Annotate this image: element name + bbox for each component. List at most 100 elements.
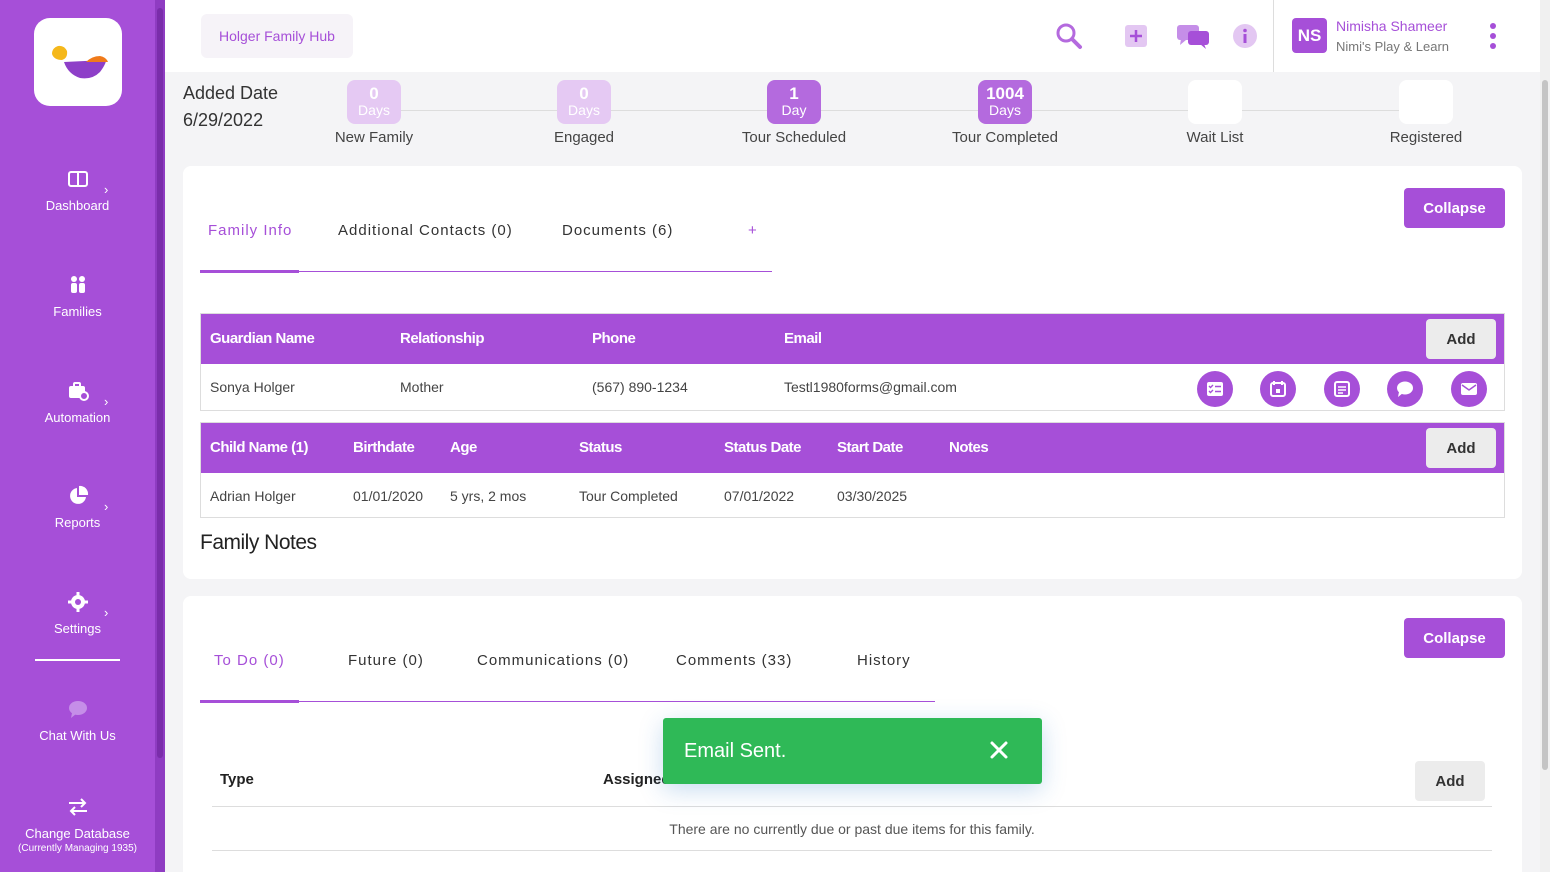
stage-label: Tour Scheduled bbox=[741, 129, 847, 146]
active-tab-indicator bbox=[200, 270, 299, 273]
child-status-date: 07/01/2022 bbox=[724, 488, 795, 504]
tab-family-info[interactable]: Family Info bbox=[208, 222, 292, 239]
page-scrollbar[interactable] bbox=[1540, 0, 1550, 872]
user-name: Nimisha Shameer bbox=[1336, 18, 1448, 34]
column-header: Relationship bbox=[400, 330, 485, 347]
table-header: Child Name (1) Birthdate Age Status Stat… bbox=[201, 423, 1504, 473]
sidebar-item-label: Chat With Us bbox=[39, 728, 116, 743]
envelope-icon bbox=[1461, 383, 1477, 395]
automation-icon bbox=[68, 382, 89, 401]
table-row: Sonya Holger Mother (567) 890-1234 Testl… bbox=[201, 364, 1504, 410]
stage-days-value: 1 bbox=[789, 84, 799, 103]
stage-days-unit: Days bbox=[358, 102, 390, 118]
stage-days-value: 0 bbox=[579, 84, 589, 103]
stage-days-value: 1004 bbox=[986, 84, 1024, 103]
stage-registered[interactable]: Registered bbox=[1356, 80, 1496, 146]
calendar-action-button[interactable] bbox=[1260, 371, 1296, 407]
column-header: Phone bbox=[592, 330, 636, 347]
child-status: Tour Completed bbox=[579, 488, 678, 504]
user-organization: Nimi's Play & Learn bbox=[1336, 39, 1450, 54]
stage-label: Registered bbox=[1389, 129, 1463, 146]
checklist-action-button[interactable] bbox=[1197, 371, 1233, 407]
child-start-date: 03/30/2025 bbox=[837, 488, 908, 504]
form-action-button[interactable] bbox=[1324, 371, 1360, 407]
email-action-button[interactable] bbox=[1451, 371, 1487, 407]
hub-title: Holger Family Hub bbox=[201, 14, 353, 58]
added-date-label: Added Date bbox=[183, 83, 279, 103]
tab-to-do[interactable]: To Do (0) bbox=[214, 652, 285, 669]
stage-days-value: 0 bbox=[369, 84, 379, 103]
message-action-button[interactable] bbox=[1387, 371, 1423, 407]
sidebar-item-settings[interactable]: Settings › bbox=[0, 591, 155, 636]
sidebar-item-automation[interactable]: Automation › bbox=[0, 380, 155, 425]
column-header: Notes bbox=[949, 439, 989, 456]
sidebar-item-reports[interactable]: Reports › bbox=[0, 485, 155, 530]
add-icon[interactable] bbox=[1122, 22, 1150, 50]
stage-tour-scheduled[interactable]: 1 Day Tour Scheduled bbox=[724, 80, 864, 146]
logo-mark-icon bbox=[52, 45, 108, 79]
collapse-button[interactable]: Collapse bbox=[1404, 618, 1505, 658]
add-child-button[interactable]: Add bbox=[1426, 428, 1496, 468]
column-header: Status Date bbox=[724, 439, 802, 456]
chat-bubble-icon bbox=[1397, 381, 1413, 397]
children-table: Child Name (1) Birthdate Age Status Stat… bbox=[200, 422, 1505, 518]
add-guardian-button[interactable]: Add bbox=[1426, 319, 1496, 359]
sidebar-item-label: Families bbox=[53, 304, 102, 319]
app-logo[interactable] bbox=[34, 18, 122, 106]
sidebar: Dashboard › Families Automation › Report… bbox=[0, 0, 165, 872]
stage-tour-completed[interactable]: 1004 Days Tour Completed bbox=[935, 80, 1075, 146]
sidebar-scrollbar[interactable] bbox=[155, 0, 165, 872]
database-count-note: (Currently Managing 1935) bbox=[18, 843, 137, 854]
sidebar-divider bbox=[35, 659, 120, 661]
more-options-icon[interactable] bbox=[1489, 22, 1497, 50]
table-header: Guardian Name Relationship Phone Email A… bbox=[201, 314, 1504, 364]
search-icon[interactable] bbox=[1055, 22, 1083, 50]
chevron-right-icon: › bbox=[104, 394, 109, 409]
family-info-tabs: Family Info Additional Contacts (0) Docu… bbox=[200, 222, 772, 273]
families-icon bbox=[70, 276, 85, 293]
add-tab-button[interactable]: + bbox=[748, 222, 758, 239]
sidebar-item-dashboard[interactable]: Dashboard › bbox=[0, 168, 155, 213]
guardian-name[interactable]: Sonya Holger bbox=[210, 379, 295, 395]
close-icon[interactable] bbox=[989, 740, 1009, 760]
child-name[interactable]: Adrian Holger bbox=[210, 488, 296, 504]
column-header: Child Name (1) bbox=[210, 439, 309, 456]
topbar-separator bbox=[1273, 0, 1274, 72]
sidebar-item-change-database[interactable]: Change Database (Currently Managing 1935… bbox=[0, 796, 155, 854]
sidebar-item-label: Reports bbox=[54, 515, 101, 530]
stage-days-unit: Day bbox=[781, 102, 807, 118]
top-bar: Holger Family Hub NS Nimisha Shameer Nim… bbox=[165, 0, 1540, 72]
chat-icon bbox=[68, 701, 87, 718]
guardian-phone: (567) 890-1234 bbox=[592, 379, 688, 395]
add-task-button[interactable]: Add bbox=[1415, 761, 1485, 801]
tab-documents[interactable]: Documents (6) bbox=[562, 222, 673, 239]
tab-comments[interactable]: Comments (33) bbox=[676, 652, 792, 669]
column-header: Type bbox=[220, 771, 254, 788]
sidebar-item-label: Dashboard bbox=[45, 198, 110, 213]
column-header: Guardian Name bbox=[210, 330, 315, 347]
calendar-icon bbox=[1270, 381, 1286, 397]
column-header: Assignee bbox=[603, 771, 670, 788]
chevron-right-icon: › bbox=[104, 499, 109, 514]
tasks-tabs: To Do (0) Future (0) Communications (0) … bbox=[200, 652, 935, 703]
messages-icon[interactable] bbox=[1176, 22, 1210, 50]
tab-history[interactable]: History bbox=[857, 652, 911, 669]
stage-wait-list[interactable]: Wait List bbox=[1145, 80, 1285, 146]
stage-engaged[interactable]: 0 Days Engaged bbox=[514, 80, 654, 146]
tab-future[interactable]: Future (0) bbox=[348, 652, 424, 669]
info-icon[interactable] bbox=[1231, 22, 1259, 50]
avatar[interactable]: NS bbox=[1292, 18, 1327, 53]
column-header: Email bbox=[784, 330, 822, 347]
guardian-email: Testl1980forms@gmail.com bbox=[784, 379, 957, 395]
stage-days-unit: Days bbox=[568, 102, 600, 118]
sidebar-item-families[interactable]: Families bbox=[0, 274, 155, 319]
sidebar-item-chat[interactable]: Chat With Us bbox=[0, 698, 155, 743]
child-birthdate: 01/01/2020 bbox=[353, 488, 424, 504]
column-header: Age bbox=[450, 439, 477, 456]
column-header: Start Date bbox=[837, 439, 903, 456]
collapse-button[interactable]: Collapse bbox=[1404, 188, 1505, 228]
tab-communications[interactable]: Communications (0) bbox=[477, 652, 629, 669]
stage-new-family[interactable]: 0 Days New Family bbox=[304, 80, 444, 146]
tab-additional-contacts[interactable]: Additional Contacts (0) bbox=[338, 222, 513, 239]
email-sent-toast: Email Sent. bbox=[663, 718, 1042, 784]
